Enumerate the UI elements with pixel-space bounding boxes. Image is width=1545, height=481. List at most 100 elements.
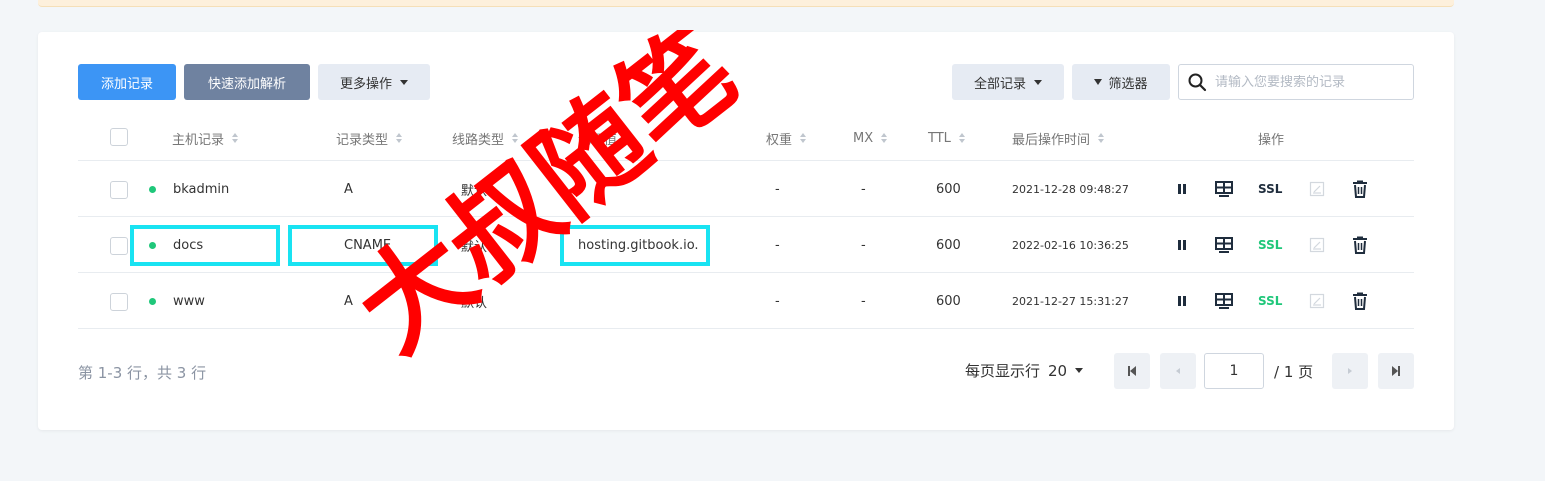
first-page-button[interactable]: [1114, 353, 1150, 389]
sort-icon: [625, 133, 632, 143]
next-page-button[interactable]: [1332, 353, 1368, 389]
line-cell[interactable]: 默认: [461, 161, 487, 217]
sort-icon: [512, 133, 519, 143]
line-cell[interactable]: 默认: [461, 217, 487, 273]
quick-add-button[interactable]: 快速添加解析: [184, 64, 310, 100]
pause-button[interactable]: [1176, 161, 1188, 217]
page-size-selector[interactable]: 每页显示行 20: [965, 360, 1084, 381]
highlight-box-host: [130, 225, 280, 266]
search-box[interactable]: [1178, 64, 1414, 100]
line-cell[interactable]: 默认: [461, 273, 487, 329]
trash-icon: [1353, 236, 1367, 254]
ssl-button[interactable]: SSL: [1258, 217, 1282, 273]
header-ttl[interactable]: TTL: [928, 116, 965, 160]
header-line[interactable]: 线路类型: [452, 116, 519, 160]
edit-icon: [1309, 293, 1325, 309]
more-actions-dropdown[interactable]: 更多操作: [318, 64, 430, 100]
pause-button[interactable]: [1176, 273, 1188, 329]
mx-cell: -: [861, 293, 866, 309]
delete-button[interactable]: [1352, 217, 1368, 273]
type-cell[interactable]: A: [344, 161, 353, 217]
table-row: bkadmin A 默认 - - 600 2021-12-28 09:48:27…: [78, 161, 1414, 217]
page-size-value: 20: [1048, 361, 1068, 380]
add-record-button[interactable]: 添加记录: [78, 64, 176, 100]
pause-icon: [1178, 240, 1186, 250]
header-mx-label: MX: [853, 130, 874, 146]
row-checkbox[interactable]: [110, 293, 128, 311]
all-records-dropdown[interactable]: 全部记录: [952, 64, 1064, 100]
host-cell[interactable]: www: [173, 273, 205, 329]
page-total: / 1 页: [1274, 363, 1314, 381]
highlight-box-value: [560, 225, 710, 266]
ssl-button[interactable]: SSL: [1258, 161, 1282, 217]
monitor-icon: [1215, 293, 1233, 309]
sort-icon: [232, 133, 239, 143]
header-time-label: 最后操作时间: [1012, 132, 1091, 148]
add-record-label: 添加记录: [100, 75, 153, 91]
type-cell[interactable]: A: [344, 273, 353, 329]
filter-button[interactable]: 筛选器: [1072, 64, 1170, 100]
page-number-input[interactable]: [1204, 353, 1264, 389]
ttl-cell[interactable]: 600: [936, 161, 961, 217]
table-header: 主机记录 记录类型 线路类型 记录值 权重 MX TTL 最后操作时间 操作: [78, 116, 1414, 161]
weight-cell: -: [775, 293, 780, 309]
pause-icon: [1178, 184, 1186, 194]
monitor-button[interactable]: [1214, 161, 1234, 217]
edit-icon: [1309, 237, 1325, 253]
header-mx[interactable]: MX: [853, 116, 888, 160]
search-input[interactable]: [1215, 74, 1405, 90]
host-cell[interactable]: bkadmin: [173, 161, 229, 217]
header-value-label: 记录值: [578, 132, 618, 148]
row-checkbox[interactable]: [110, 181, 128, 199]
all-records-label: 全部记录: [973, 75, 1026, 91]
delete-button[interactable]: [1352, 161, 1368, 217]
header-type[interactable]: 记录类型: [336, 116, 403, 160]
table-row: www A 默认 - - 600 2021-12-27 15:31:27 SSL: [78, 273, 1414, 329]
header-time[interactable]: 最后操作时间: [1012, 116, 1105, 160]
ssl-label: SSL: [1258, 294, 1283, 308]
first-page-icon: [1128, 366, 1136, 376]
header-actions-label: 操作: [1258, 132, 1285, 148]
header-ttl-label: TTL: [928, 130, 951, 146]
ttl-cell[interactable]: 600: [936, 273, 961, 329]
monitor-button[interactable]: [1214, 217, 1234, 273]
ssl-label: SSL: [1258, 238, 1283, 252]
edit-icon: [1309, 181, 1325, 197]
edit-button[interactable]: [1309, 217, 1325, 273]
row-checkbox[interactable]: [110, 237, 128, 255]
pause-button[interactable]: [1176, 217, 1188, 273]
mx-cell: -: [861, 181, 866, 197]
header-weight[interactable]: 权重: [766, 116, 807, 160]
dns-records-card: 添加记录 快速添加解析 更多操作 全部记录 筛选器 主机记录 记录类型 线路类型…: [38, 32, 1454, 430]
monitor-button[interactable]: [1214, 273, 1234, 329]
last-page-icon: [1392, 366, 1400, 376]
sort-icon: [1098, 133, 1105, 143]
pause-icon: [1178, 296, 1186, 306]
funnel-icon: [1094, 79, 1103, 85]
select-all-checkbox[interactable]: [110, 128, 128, 146]
sort-icon: [800, 133, 807, 143]
prev-page-button[interactable]: [1160, 353, 1196, 389]
status-dot: [149, 298, 156, 305]
header-host-label: 主机记录: [172, 132, 225, 148]
header-weight-label: 权重: [766, 132, 793, 148]
chevron-down-icon: [400, 79, 408, 85]
quick-add-label: 快速添加解析: [207, 75, 286, 91]
last-page-button[interactable]: [1378, 353, 1414, 389]
header-host[interactable]: 主机记录: [172, 116, 239, 160]
chevron-right-icon: [1348, 368, 1352, 374]
time-cell: 2021-12-28 09:48:27: [1012, 182, 1129, 196]
header-type-label: 记录类型: [336, 132, 389, 148]
header-actions: 操作: [1258, 116, 1284, 160]
chevron-down-icon: [1075, 368, 1084, 373]
edit-button[interactable]: [1309, 273, 1325, 329]
header-value[interactable]: 记录值: [578, 116, 632, 160]
edit-button[interactable]: [1309, 161, 1325, 217]
status-dot: [149, 186, 156, 193]
monitor-icon: [1215, 237, 1233, 253]
chevron-down-icon: [1034, 79, 1042, 85]
ttl-cell[interactable]: 600: [936, 217, 961, 273]
time-cell: 2021-12-27 15:31:27: [1012, 294, 1129, 308]
ssl-button[interactable]: SSL: [1258, 273, 1282, 329]
delete-button[interactable]: [1352, 273, 1368, 329]
